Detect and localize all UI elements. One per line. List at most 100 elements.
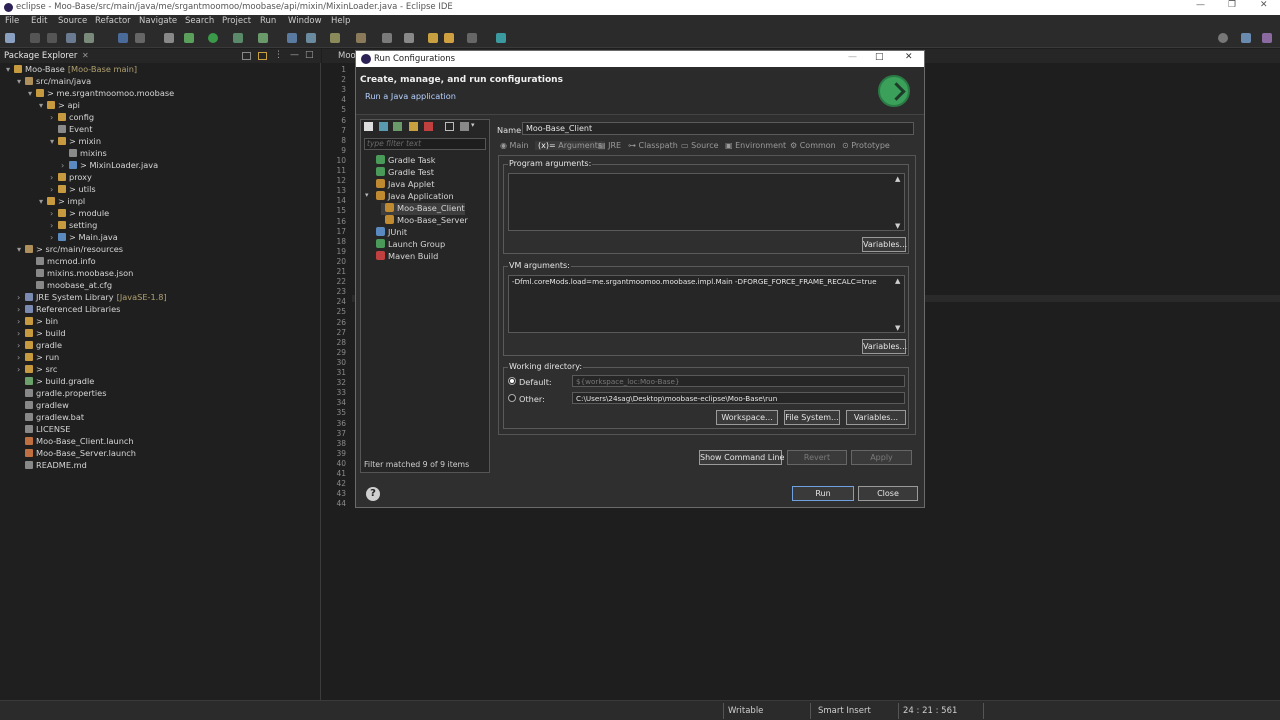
tree-item[interactable]: README.md xyxy=(17,460,87,472)
coverage-icon[interactable] xyxy=(233,33,243,43)
minimize-icon[interactable]: — xyxy=(1196,0,1205,10)
config-item[interactable]: Gradle Test xyxy=(364,167,434,179)
expand-toggle-icon[interactable]: › xyxy=(17,364,25,374)
filter-input[interactable]: type filter text xyxy=(364,138,486,150)
open-type-icon[interactable] xyxy=(330,33,340,43)
tab-source[interactable]: ▭ Source xyxy=(681,141,719,150)
default-radio[interactable] xyxy=(508,377,516,385)
tab-common[interactable]: ⚙ Common xyxy=(790,141,836,150)
expand-toggle-icon[interactable]: › xyxy=(17,328,25,338)
tree-item[interactable]: Moo-Base_Client.launch xyxy=(17,436,134,448)
config-item[interactable]: Moo-Base_Client xyxy=(381,203,465,215)
highlight-icon[interactable] xyxy=(118,33,128,43)
menu-window[interactable]: Window xyxy=(288,16,322,26)
menu-refactor[interactable]: Refactor xyxy=(95,16,131,26)
menu-edit[interactable]: Edit xyxy=(31,16,47,26)
view-menu-icon[interactable]: ⋮ xyxy=(274,50,283,60)
tree-item[interactable]: ▾ > api xyxy=(39,100,80,112)
delete-icon[interactable] xyxy=(424,122,433,131)
menu-search[interactable]: Search xyxy=(185,16,214,26)
expand-toggle-icon[interactable]: ▾ xyxy=(17,76,25,86)
expand-toggle-icon[interactable]: ▾ xyxy=(28,88,36,98)
program-variables-button[interactable]: Variables... xyxy=(862,237,907,252)
debug-icon[interactable] xyxy=(184,33,194,43)
show-whitespace-icon[interactable] xyxy=(164,33,174,43)
expand-toggle-icon[interactable]: › xyxy=(61,160,69,170)
expand-toggle-icon[interactable]: › xyxy=(17,292,25,302)
expand-toggle-icon[interactable]: ▾ xyxy=(6,64,14,74)
build-icon[interactable] xyxy=(84,33,94,43)
vm-variables-button[interactable]: Variables... xyxy=(862,339,907,354)
export-icon[interactable] xyxy=(393,122,402,131)
block-selection-icon[interactable] xyxy=(135,33,145,43)
menu-run[interactable]: Run xyxy=(260,16,276,26)
tree-item[interactable]: ▾ > impl xyxy=(39,196,85,208)
minimize-view-icon[interactable]: — xyxy=(290,50,299,60)
expand-toggle-icon[interactable]: ▾ xyxy=(365,191,369,199)
scroll-down-icon[interactable]: ▼ xyxy=(895,324,900,332)
config-item[interactable]: Gradle Task xyxy=(364,155,436,167)
other-directory-field[interactable]: C:\Users\24sag\Desktop\moobase-eclipse\M… xyxy=(572,392,905,404)
tab-arguments[interactable]: (x)= Arguments xyxy=(535,141,606,150)
show-command-line-button[interactable]: Show Command Line xyxy=(699,450,784,465)
tree-item[interactable]: gradlew xyxy=(17,400,69,412)
other-radio[interactable] xyxy=(508,394,516,402)
config-item[interactable]: Java Applet xyxy=(364,179,434,191)
close-icon[interactable]: ✕ xyxy=(1260,0,1268,10)
package-explorer-tab[interactable]: Package Explorer xyxy=(4,51,77,61)
filter-dropdown-icon[interactable]: ▾ xyxy=(471,121,475,129)
tab-classpath[interactable]: ⊶ Classpath xyxy=(628,141,678,150)
expand-toggle-icon[interactable]: › xyxy=(17,316,25,326)
save-icon[interactable] xyxy=(30,33,40,43)
expand-toggle-icon[interactable]: › xyxy=(17,352,25,362)
tab-prototype[interactable]: ⊙ Prototype xyxy=(842,141,890,150)
expand-toggle-icon[interactable]: › xyxy=(17,304,25,314)
menu-project[interactable]: Project xyxy=(222,16,251,26)
tree-item[interactable]: ▾ > src/main/resources xyxy=(17,244,123,256)
tree-item[interactable]: › > run xyxy=(17,352,59,364)
tab-environment[interactable]: ▣ Environment xyxy=(725,141,786,150)
search-tool-icon[interactable] xyxy=(356,33,366,43)
dialog-close-icon[interactable]: ✕ xyxy=(905,52,913,62)
tree-item[interactable]: › > module xyxy=(50,208,109,220)
maximize-view-icon[interactable]: □ xyxy=(305,50,314,60)
revert-button[interactable]: Revert xyxy=(787,450,847,465)
menu-source[interactable]: Source xyxy=(58,16,87,26)
tree-item[interactable]: › config xyxy=(50,112,94,124)
annotation-icon[interactable] xyxy=(382,33,392,43)
new-class-icon[interactable] xyxy=(306,33,316,43)
run-button[interactable]: Run xyxy=(792,486,854,501)
tree-item[interactable]: › > src xyxy=(17,364,57,376)
new-configuration-icon[interactable] xyxy=(364,122,373,131)
tree-item[interactable]: › setting xyxy=(50,220,97,232)
help-icon[interactable]: ? xyxy=(366,487,380,501)
tree-item[interactable]: gradlew.bat xyxy=(17,412,84,424)
config-item[interactable]: JUnit xyxy=(364,227,407,239)
new-prototype-icon[interactable] xyxy=(379,122,388,131)
tree-item[interactable]: › Referenced Libraries xyxy=(17,304,120,316)
tree-item[interactable]: ▾ src/main/java xyxy=(17,76,91,88)
tree-item[interactable]: › proxy xyxy=(50,172,92,184)
collapse-all-icon[interactable] xyxy=(445,122,454,131)
expand-toggle-icon[interactable]: › xyxy=(50,232,58,242)
tab-jre[interactable]: ▤ JRE xyxy=(598,141,621,150)
tree-item[interactable]: › JRE System Library [JavaSE-1.8] xyxy=(17,292,167,304)
config-item[interactable]: ▾ Java Application xyxy=(364,191,454,203)
tree-item[interactable]: › > MixinLoader.java xyxy=(61,160,158,172)
java-perspective-icon[interactable] xyxy=(1262,33,1272,43)
tree-item[interactable]: > build.gradle xyxy=(17,376,94,388)
search-icon[interactable] xyxy=(1218,33,1228,43)
menu-help[interactable]: Help xyxy=(331,16,350,26)
tree-item[interactable]: mixins xyxy=(61,148,107,160)
editor-tab-mixinloader[interactable]: Moo xyxy=(338,51,356,61)
duplicate-icon[interactable] xyxy=(409,122,418,131)
expand-toggle-icon[interactable]: ▾ xyxy=(39,100,47,110)
perspective-icon[interactable] xyxy=(1241,33,1251,43)
filter-icon[interactable] xyxy=(460,122,469,131)
run-icon[interactable] xyxy=(208,33,218,43)
expand-toggle-icon[interactable]: ▾ xyxy=(39,196,47,206)
scroll-up-icon[interactable]: ▲ xyxy=(895,175,900,183)
tree-item[interactable]: › > build xyxy=(17,328,66,340)
tree-item[interactable]: ▾ > me.srgantmoomoo.moobase xyxy=(28,88,174,100)
expand-toggle-icon[interactable]: ▾ xyxy=(17,244,25,254)
